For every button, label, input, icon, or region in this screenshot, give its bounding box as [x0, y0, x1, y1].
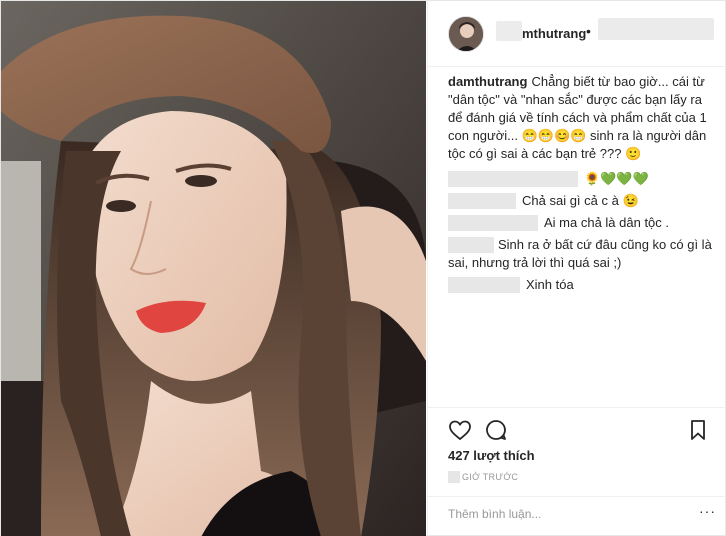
like-count[interactable]: 427 lượt thích [448, 448, 535, 463]
comment-icon[interactable] [484, 418, 508, 442]
comment-item: Ai ma chả là dân tộc . [448, 213, 718, 235]
post-details-panel: mthutrang • damthutrang Chẳng biết từ bao… [427, 1, 726, 536]
blurred-username [448, 215, 538, 231]
post-photo[interactable] [1, 1, 426, 536]
comment-text: Xinh tóa [526, 277, 574, 292]
blurred-username [448, 171, 578, 187]
post-actions: 427 lượt thích GIỜ TRƯỚC ··· [428, 407, 726, 529]
comment-text: Sinh ra ở bất cứ đâu cũng ko có gì là sa… [448, 237, 712, 270]
blurred-username [448, 193, 516, 209]
heart-icon[interactable] [448, 418, 472, 442]
post-caption: damthutrang Chẳng biết từ bao giờ... cái … [448, 73, 718, 163]
comment-item: Chả sai gì cả c à 😉 [448, 191, 718, 213]
bookmark-icon[interactable] [686, 418, 710, 442]
caption-username[interactable]: damthutrang [448, 74, 527, 89]
blurred-username [448, 277, 520, 293]
blurred-region [496, 21, 522, 41]
header-username[interactable]: mthutrang [522, 26, 586, 41]
comment-text: Ai ma chả là dân tộc . [544, 215, 670, 230]
selfie-image [1, 1, 426, 536]
comment-item: Sinh ra ở bất cứ đâu cũng ko có gì là sa… [448, 235, 718, 275]
instagram-post-view: mthutrang • damthutrang Chẳng biết từ bao… [0, 0, 726, 536]
avatar[interactable] [448, 16, 484, 52]
blurred-time-value [448, 471, 460, 483]
header-separator-dot: • [586, 23, 591, 39]
comment-item: 🌻💚💚💚 [448, 169, 718, 191]
add-comment-section: ··· [428, 496, 726, 530]
comment-input[interactable] [448, 505, 678, 523]
more-options-button[interactable]: ··· [699, 503, 716, 519]
comments-list: damthutrang Chẳng biết từ bao giờ... cái … [448, 73, 718, 297]
comment-text: 🌻💚💚💚 [584, 171, 649, 186]
comment-item: Xinh tóa [448, 275, 718, 297]
post-header: mthutrang • [428, 1, 726, 67]
comment-text: Chả sai gì cả c à 😉 [522, 193, 639, 208]
post-timestamp[interactable]: GIỜ TRƯỚC [462, 472, 518, 482]
blurred-follow-button [598, 18, 714, 40]
